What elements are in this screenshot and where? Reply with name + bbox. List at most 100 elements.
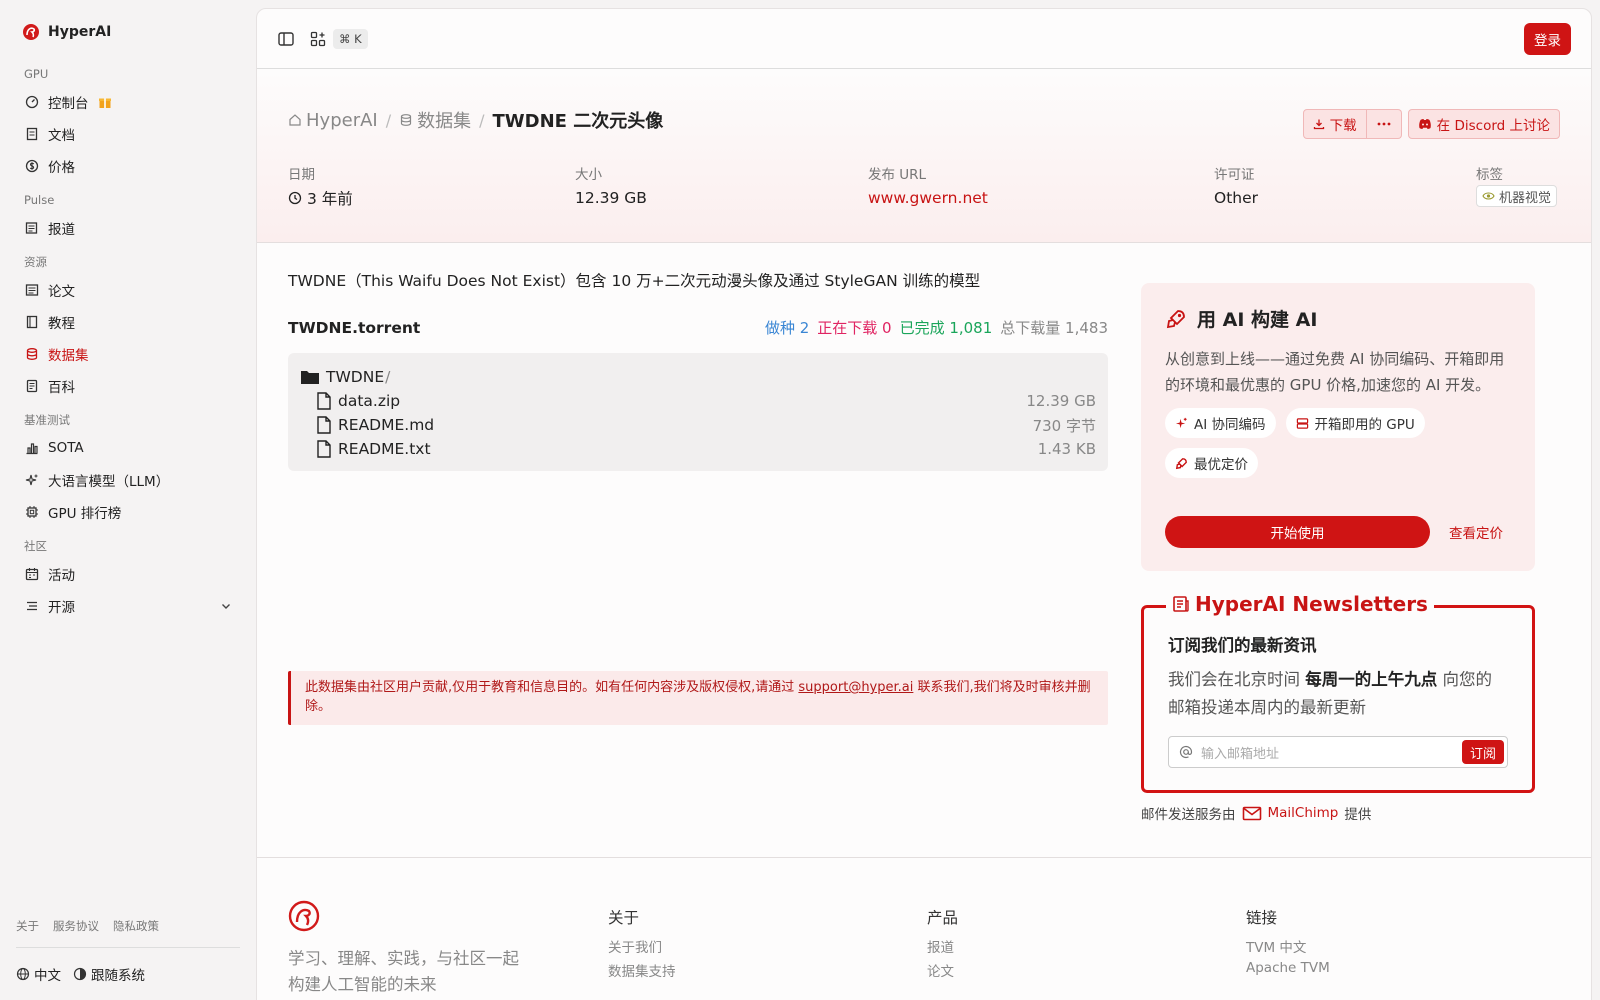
total-downloads: 总下载量 1,483 — [1000, 319, 1108, 337]
meta-label: 日期 — [288, 167, 315, 183]
breadcrumb-section-label: 数据集 — [417, 111, 472, 132]
sidebar-item-console[interactable]: 控制台 — [16, 86, 240, 118]
sidebar-item-gpu-ranking[interactable]: GPU 排行榜 — [16, 496, 240, 528]
sidebar-item-datasets[interactable]: 数据集 — [16, 338, 240, 370]
discord-button[interactable]: 在 Discord 上讨论 — [1407, 109, 1560, 139]
file-row[interactable]: README.md 730 字节 — [300, 413, 1096, 437]
sidebar-item-sota[interactable]: SOTA — [16, 432, 240, 464]
footer-col-products: 产品 报道 论文 — [927, 906, 958, 984]
nav-section-gpu: GPU — [24, 67, 49, 81]
folder-name: TWDNE — [326, 368, 385, 386]
start-button[interactable]: 开始使用 — [1165, 516, 1430, 548]
database-icon — [401, 114, 412, 126]
support-email-link[interactable]: support@hyper.ai — [798, 680, 913, 695]
file-icon — [317, 392, 331, 410]
command-palette-button[interactable]: ⌘ K — [309, 28, 368, 49]
apps-icon — [310, 31, 326, 46]
doc-icon — [26, 127, 38, 141]
dashboard-icon — [25, 95, 39, 109]
breadcrumb-home[interactable]: HyperAI — [288, 110, 378, 131]
meta-url: 发布 URL www.gwern.net — [868, 163, 988, 211]
file-row[interactable]: data.zip 12.39 GB — [300, 389, 1096, 413]
sidebar-item-label: 大语言模型（LLM） — [48, 474, 170, 490]
hyperai-logo-icon — [288, 900, 320, 932]
footer-link[interactable]: TVM 中文 — [1246, 936, 1330, 960]
sidebar-item-wiki[interactable]: 百科 — [16, 370, 240, 402]
footer-col-title: 链接 — [1246, 909, 1278, 927]
page-footer: 学习、理解、实践，与社区一起构建人工智能的未来 关于 关于我们 数据集支持 产品… — [257, 857, 1591, 1000]
nav-section-resources: 资源 — [24, 255, 47, 269]
chevron-down-icon[interactable] — [220, 600, 232, 612]
header-actions: 下载 在 Discord 上讨论 — [1302, 109, 1560, 139]
sidebar-footer: 关于 服务协议 隐私政策 中文 跟随系统 — [16, 918, 240, 1000]
feature-chip: AI 协同编码 — [1165, 408, 1276, 438]
gift-icon — [98, 98, 111, 108]
torrent-header: TWDNE.torrent 做种 2 正在下载 0 已完成 1,081 总下载量… — [288, 317, 1108, 338]
folder-slash: / — [385, 368, 391, 386]
promo-description: 从创意到上线——通过免费 AI 协同编码、开箱即用的环境和最优惠的 GPU 价格… — [1165, 350, 1505, 394]
at-icon — [1179, 745, 1193, 759]
footer-link[interactable]: Apache TVM — [1246, 960, 1330, 984]
meta-label: 标签 — [1476, 167, 1503, 183]
theme-switch[interactable]: 跟随系统 — [73, 964, 145, 984]
dataset-header: HyperAI / 数据集 / TWDNE 二次元头像 下载 在 Discord… — [257, 69, 1591, 243]
license-value: Other — [1214, 189, 1259, 207]
language-switch[interactable]: 中文 — [16, 964, 61, 984]
tag-chip[interactable]: 机器视觉 — [1476, 185, 1558, 207]
email-field[interactable]: 输入邮箱地址 订阅 — [1168, 736, 1508, 768]
sidebar-item-tutorials[interactable]: 教程 — [16, 306, 240, 338]
privacy-link[interactable]: 隐私政策 — [113, 918, 159, 934]
footer-brand: 学习、理解、实践，与社区一起构建人工智能的未来 — [288, 900, 528, 998]
newsletter-schedule: 每周一的上午九点 — [1305, 670, 1438, 689]
brand[interactable]: HyperAI — [16, 16, 240, 48]
url-link[interactable]: www.gwern.net — [868, 185, 988, 211]
chip-label: 最优定价 — [1194, 457, 1248, 473]
nav-section-community: 社区 — [24, 539, 47, 553]
download-icon — [1313, 119, 1324, 130]
about-link[interactable]: 关于 — [16, 918, 39, 934]
download-button[interactable]: 下载 — [1302, 109, 1367, 139]
meta-label: 许可证 — [1214, 167, 1255, 183]
wiki-icon — [26, 379, 38, 393]
sidebar-item-events[interactable]: 活动 — [16, 558, 240, 590]
newsletter-text-part: 我们会在北京时间 — [1168, 670, 1300, 689]
sidebar-item-label: 教程 — [48, 316, 75, 332]
file-size: 1.43 KB — [1037, 440, 1096, 458]
file-size: 12.39 GB — [1026, 392, 1096, 410]
sidebar-item-papers[interactable]: 论文 — [16, 274, 240, 306]
footer-link[interactable]: 数据集支持 — [608, 960, 676, 984]
file-row[interactable]: README.txt 1.43 KB — [300, 437, 1096, 461]
subscribe-button[interactable]: 订阅 — [1461, 740, 1504, 764]
breadcrumb-section[interactable]: 数据集 — [399, 107, 471, 133]
sidebar-item-label: 报道 — [48, 222, 75, 238]
footer-links: 关于 服务协议 隐私政策 — [16, 918, 240, 948]
size-value: 12.39 GB — [575, 189, 647, 207]
sidebar-item-docs[interactable]: 文档 — [16, 118, 240, 150]
footer-col-title: 关于 — [608, 909, 640, 927]
sidebar-item-pricing[interactable]: 价格 — [16, 150, 240, 182]
brand-name: HyperAI — [48, 24, 112, 40]
more-options-button[interactable] — [1366, 109, 1402, 139]
footer-link[interactable]: 报道 — [927, 936, 958, 960]
folder-row[interactable]: TWDNE / — [300, 365, 1096, 389]
torrent-name: TWDNE.torrent — [288, 318, 421, 337]
sidebar-item-llm[interactable]: 大语言模型（LLM） — [16, 464, 240, 496]
terms-link[interactable]: 服务协议 — [53, 918, 99, 934]
footer-link[interactable]: 关于我们 — [608, 936, 676, 960]
mailchimp-link[interactable]: MailChimp — [1268, 805, 1339, 821]
promo-title-text: 用 AI 构建 AI — [1197, 309, 1318, 331]
dataset-meta: 日期 3 年前 大小 12.39 GB 发布 URL www.gwern.net… — [288, 163, 1560, 213]
sidebar-item-news[interactable]: 报道 — [16, 212, 240, 244]
date-value: 3 年前 — [307, 190, 353, 208]
footer-link[interactable]: 论文 — [927, 960, 958, 984]
meta-value: 3 年前 — [288, 185, 353, 211]
view-pricing-link[interactable]: 查看定价 — [1449, 522, 1503, 542]
login-button[interactable]: 登录 — [1524, 22, 1571, 55]
newsletter-text: 我们会在北京时间 每周一的上午九点 向您的邮箱投递本周内的最新更新 — [1168, 666, 1508, 722]
book-icon — [26, 315, 38, 329]
sidebar-item-opensource[interactable]: 开源 — [16, 590, 240, 622]
sidebar-toggle-icon[interactable] — [277, 30, 295, 48]
sparkle-icon — [25, 474, 38, 486]
feature-chip: 最优定价 — [1165, 448, 1258, 478]
mail-icon — [1242, 806, 1261, 820]
